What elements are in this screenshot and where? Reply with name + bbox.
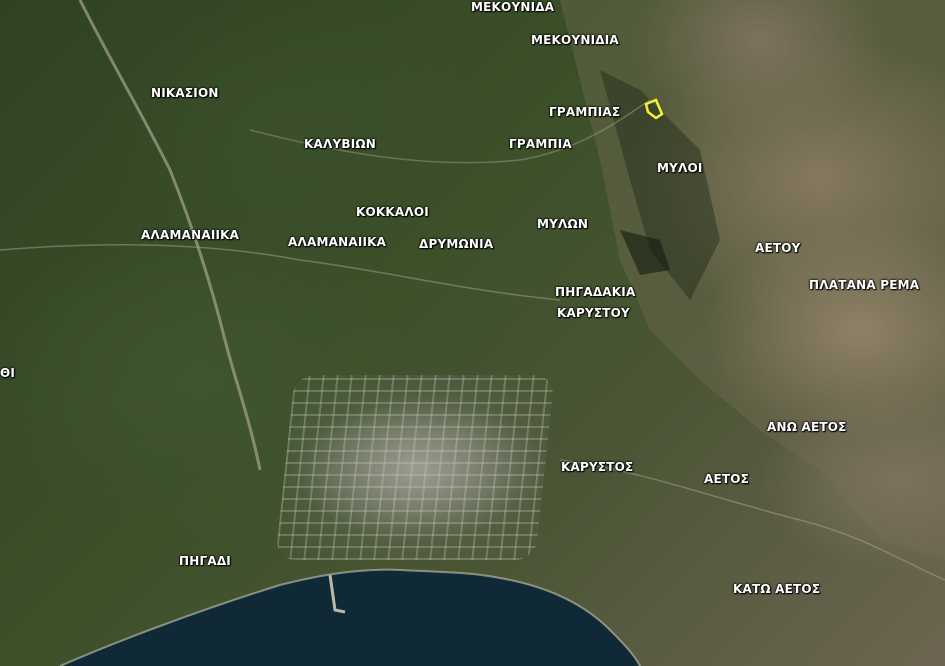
map-imagery (0, 0, 945, 666)
label-karystos: ΚΑΡΥΣΤΟΣ (561, 460, 634, 474)
label-kalyvion: ΚΑΛΥΒΙΩΝ (304, 137, 377, 151)
label-grampia: ΓΡΑΜΠΙΑ (509, 137, 572, 151)
sea (60, 569, 640, 666)
label-pigadakia: ΠΗΓΑΔΑΚΙΑ (555, 285, 636, 299)
label-mekounidia: ΜΕΚΟΥΝΙΔΙΑ (531, 33, 619, 47)
road (0, 244, 561, 301)
label-aetou: ΑΕΤΟΥ (755, 241, 801, 255)
label-mekounida: ΜΕΚΟΥΝΙΔΑ (471, 0, 555, 14)
label-partial-edge: ΘΙ (0, 366, 16, 380)
label-myloi: ΜΥΛΟΙ (657, 161, 703, 175)
satellite-map[interactable]: ΜΕΚΟΥΝΙΔΑ ΜΕΚΟΥΝΙΔΙΑ ΝΙΚΑΣΙΟΝ ΓΡΑΜΠΙΑΣ Κ… (0, 0, 945, 666)
label-grampias: ΓΡΑΜΠΙΑΣ (549, 105, 621, 119)
label-alamanaiika-east: ΑΛΑΜΑΝΑΙΙΚΑ (288, 235, 387, 249)
label-pigadi: ΠΗΓΑΔΙ (179, 554, 231, 568)
label-kato-aetos: ΚΑΤΩ ΑΕΤΟΣ (733, 582, 821, 596)
label-nikasion: ΝΙΚΑΣΙΟΝ (151, 86, 219, 100)
label-karystou: ΚΑΡΥΣΤΟΥ (557, 306, 630, 320)
label-platana-rema: ΠΛΑΤΑΝΑ ΡΕΜΑ (809, 278, 920, 292)
label-aetos: ΑΕΤΟΣ (704, 472, 750, 486)
label-mylon: ΜΥΛΩΝ (537, 217, 589, 231)
label-ano-aetos: ΑΝΩ ΑΕΤΟΣ (767, 420, 847, 434)
karystos-town-grid (275, 375, 555, 560)
label-drymonia: ΔΡΥΜΩΝΙΑ (419, 237, 494, 251)
label-kokkaloi: ΚΟΚΚΑΛΟΙ (356, 205, 429, 219)
label-alamanaiika-west: ΑΛΑΜΑΝΑΙΙΚΑ (141, 228, 240, 242)
